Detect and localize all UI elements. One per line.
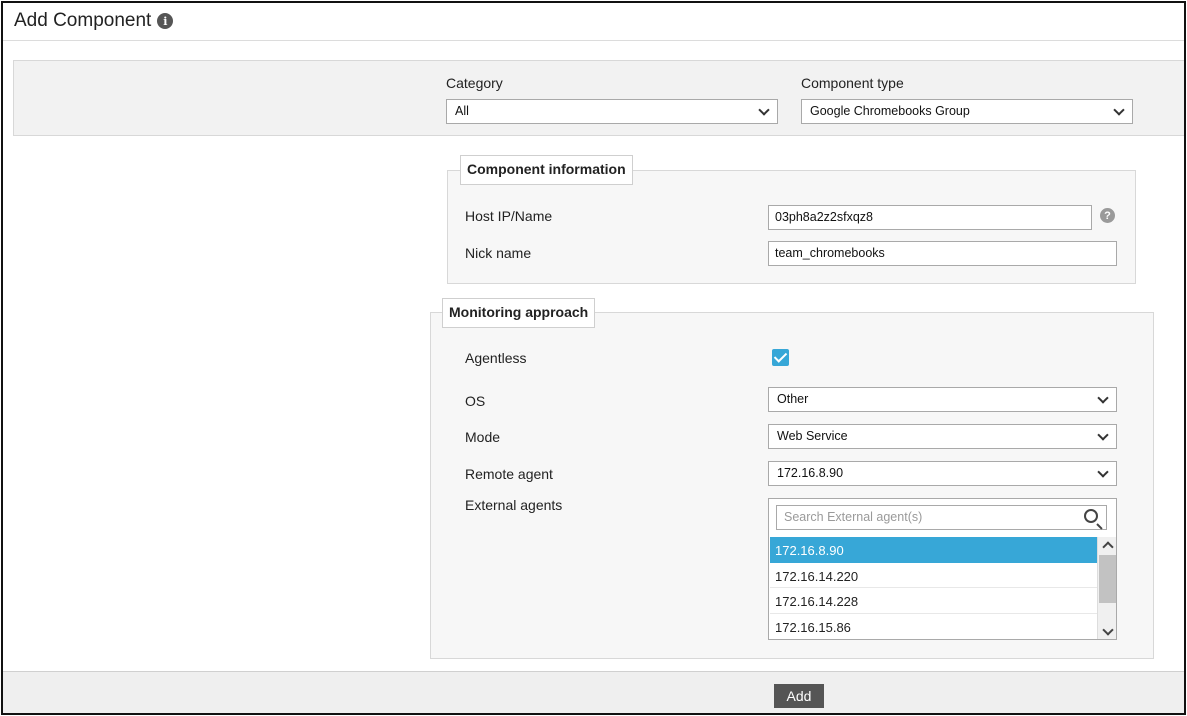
remote-agent-value: 172.16.8.90 [777, 466, 844, 480]
host-field[interactable]: 03ph8a2z2sfxqz8 [768, 205, 1092, 230]
component-type-value: Google Chromebooks Group [810, 104, 970, 118]
nick-name-field[interactable]: team_chromebooks [768, 241, 1117, 266]
external-agents-list: 172.16.8.90 172.16.14.220 172.16.14.228 172… [770, 537, 1097, 638]
os-select[interactable]: Other [768, 387, 1117, 412]
monitoring-approach-legend: Monitoring approach [442, 298, 596, 328]
mode-select[interactable]: Web Service [768, 424, 1117, 449]
external-agent-option[interactable]: 172.16.8.90 [770, 537, 1097, 563]
chevron-down-icon [758, 104, 770, 116]
external-agents-multiselect: 172.16.8.90172.16.14.220172.16.14.228172… [768, 498, 1117, 640]
list-scrollbar[interactable] [1097, 537, 1116, 639]
component-information-legend: Component information [460, 155, 633, 185]
category-label: Category [446, 75, 503, 91]
page-title-row: Add Component i [14, 10, 174, 32]
mode-label: Mode [465, 429, 501, 445]
external-agents-search-input[interactable] [777, 506, 1067, 528]
category-select[interactable]: All [446, 99, 778, 124]
host-value: 03ph8a2z2sfxqz8 [775, 210, 873, 224]
scroll-thumb[interactable] [1099, 555, 1116, 603]
chevron-down-icon [1097, 429, 1109, 441]
page-title: Add Component [14, 10, 152, 31]
chevron-down-icon [1113, 104, 1125, 116]
footer-bar [3, 671, 1184, 713]
chevron-down-icon [1097, 466, 1109, 478]
question-icon[interactable]: ? [1100, 208, 1115, 223]
info-icon[interactable]: i [157, 13, 174, 29]
external-agents-search[interactable] [776, 505, 1107, 530]
title-divider [3, 40, 1184, 41]
agentless-checkbox[interactable] [772, 349, 789, 366]
add-component-panel: Add Component i Category All Component t… [1, 1, 1186, 715]
external-agent-option[interactable]: 172.16.14.228 [770, 588, 1097, 614]
external-agent-option[interactable]: 172.16.14.220 [770, 563, 1097, 588]
search-icon[interactable] [1084, 509, 1098, 523]
category-band [13, 60, 1184, 136]
chevron-down-icon [1097, 392, 1109, 404]
os-value: Other [777, 392, 809, 406]
category-value: All [455, 104, 469, 118]
host-label: Host IP/Name [465, 208, 553, 224]
scroll-up-icon[interactable] [1098, 537, 1117, 553]
scroll-down-icon[interactable] [1098, 623, 1117, 639]
remote-agent-label: Remote agent [465, 466, 553, 482]
os-label: OS [465, 393, 486, 409]
mode-value: Web Service [777, 429, 848, 443]
add-button[interactable]: Add [774, 684, 824, 708]
remote-agent-select[interactable]: 172.16.8.90 [768, 461, 1117, 486]
component-type-select[interactable]: Google Chromebooks Group [801, 99, 1133, 124]
external-agent-option[interactable]: 172.16.15.86 [770, 614, 1097, 639]
component-type-label: Component type [801, 75, 904, 91]
nick-name-label: Nick name [465, 245, 532, 261]
agentless-label: Agentless [465, 350, 527, 366]
nick-name-value: team_chromebooks [775, 246, 885, 260]
external-agents-label: External agents [465, 497, 563, 513]
